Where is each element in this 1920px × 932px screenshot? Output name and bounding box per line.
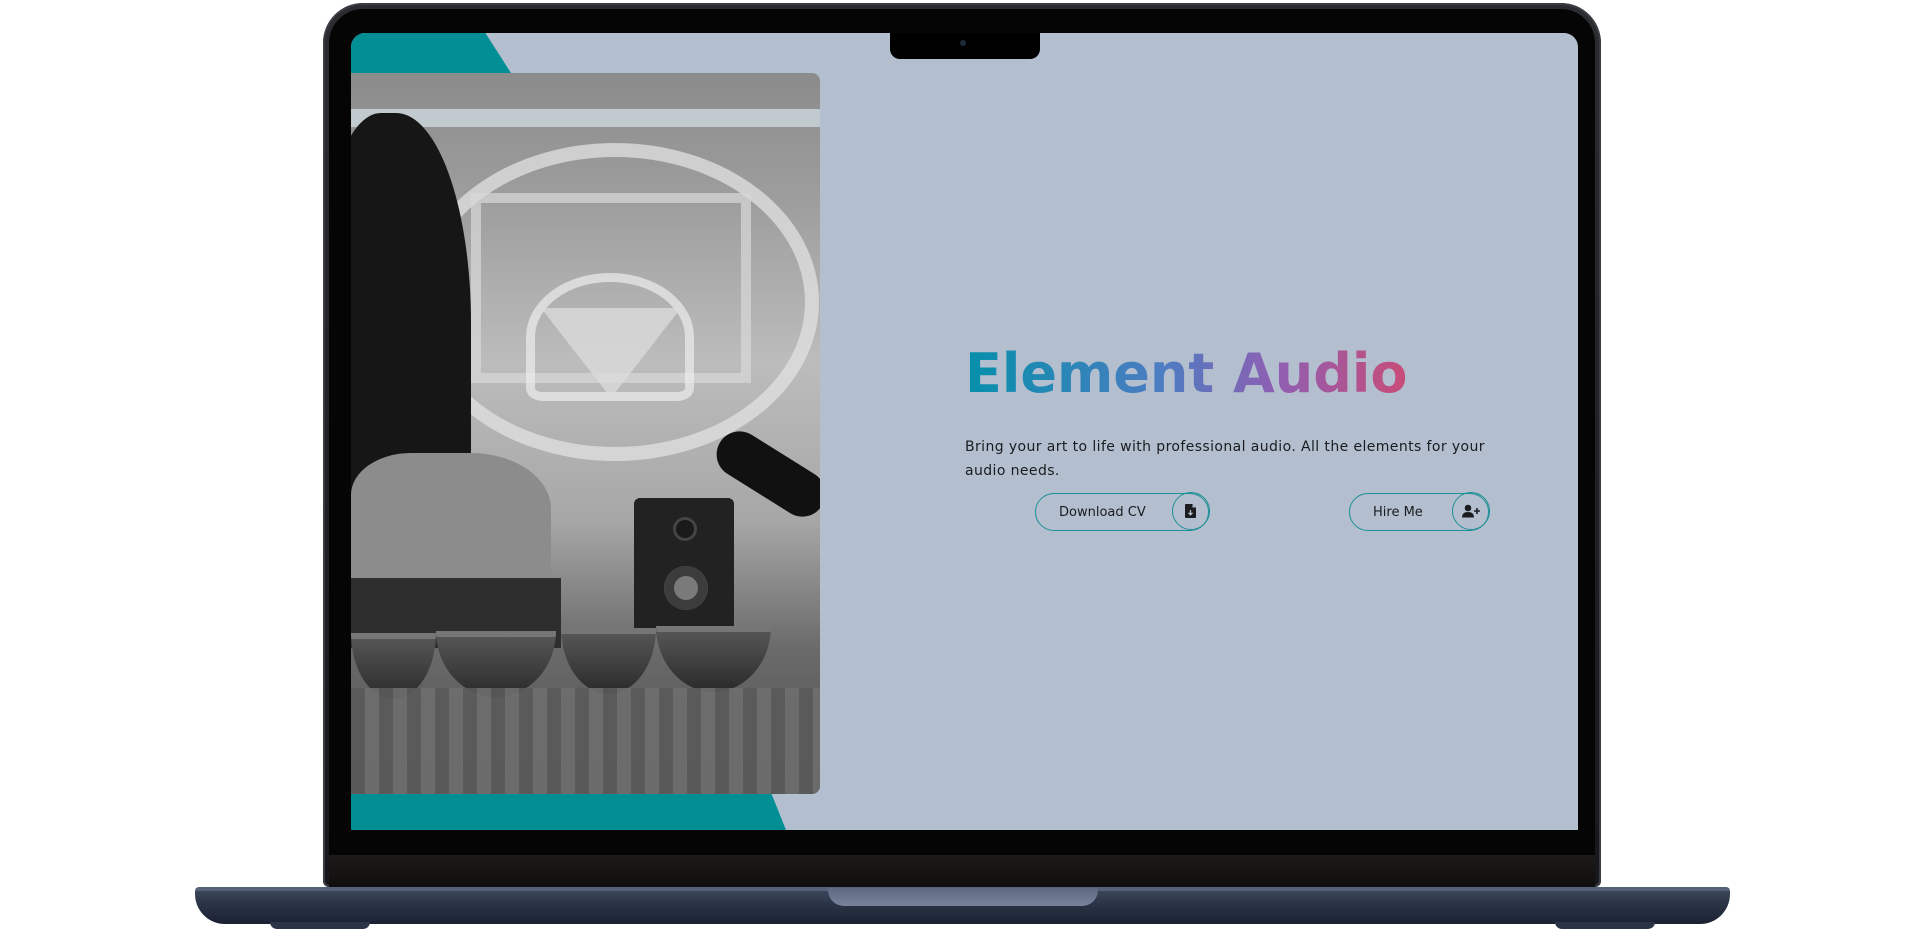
- screen-notch: [890, 33, 1040, 59]
- photo-mandala-triangle: [541, 308, 681, 398]
- laptop-foot-right: [1555, 922, 1655, 929]
- photo-singing-bowl: [656, 626, 771, 692]
- speaker-tweeter: [676, 520, 694, 538]
- speaker-cone: [664, 566, 708, 610]
- website-screen: Element Audio Bring your art to life wit…: [351, 33, 1578, 830]
- screen-chin: [329, 855, 1595, 887]
- teal-accent-bottom: [351, 792, 786, 830]
- user-plus-glyph: [1462, 504, 1480, 518]
- camera-icon: [960, 40, 966, 46]
- hire-me-button[interactable]: Hire Me: [1349, 492, 1490, 531]
- file-download-icon: [1172, 492, 1210, 530]
- photo-person-body: [351, 453, 551, 593]
- user-plus-icon: [1452, 492, 1490, 530]
- laptop-mockup-stage: Element Audio Bring your art to life wit…: [0, 0, 1920, 932]
- hero-tagline: Bring your art to life with professional…: [965, 439, 1485, 479]
- teal-accent-top: [351, 33, 511, 73]
- laptop-opening-notch: [828, 888, 1098, 906]
- photo-singing-bowl: [561, 628, 656, 694]
- file-icon-glyph: [1185, 504, 1196, 518]
- laptop-foot-left: [270, 922, 370, 929]
- hero-photo: [351, 73, 820, 794]
- hire-me-label: Hire Me: [1373, 504, 1423, 520]
- photo-speaker: [634, 498, 734, 633]
- photo-light-band: [351, 109, 820, 127]
- photo-rug: [351, 688, 820, 794]
- hero-title: Element Audio: [965, 339, 1407, 409]
- download-cv-button[interactable]: Download CV: [1035, 492, 1210, 531]
- download-cv-label: Download CV: [1059, 504, 1146, 520]
